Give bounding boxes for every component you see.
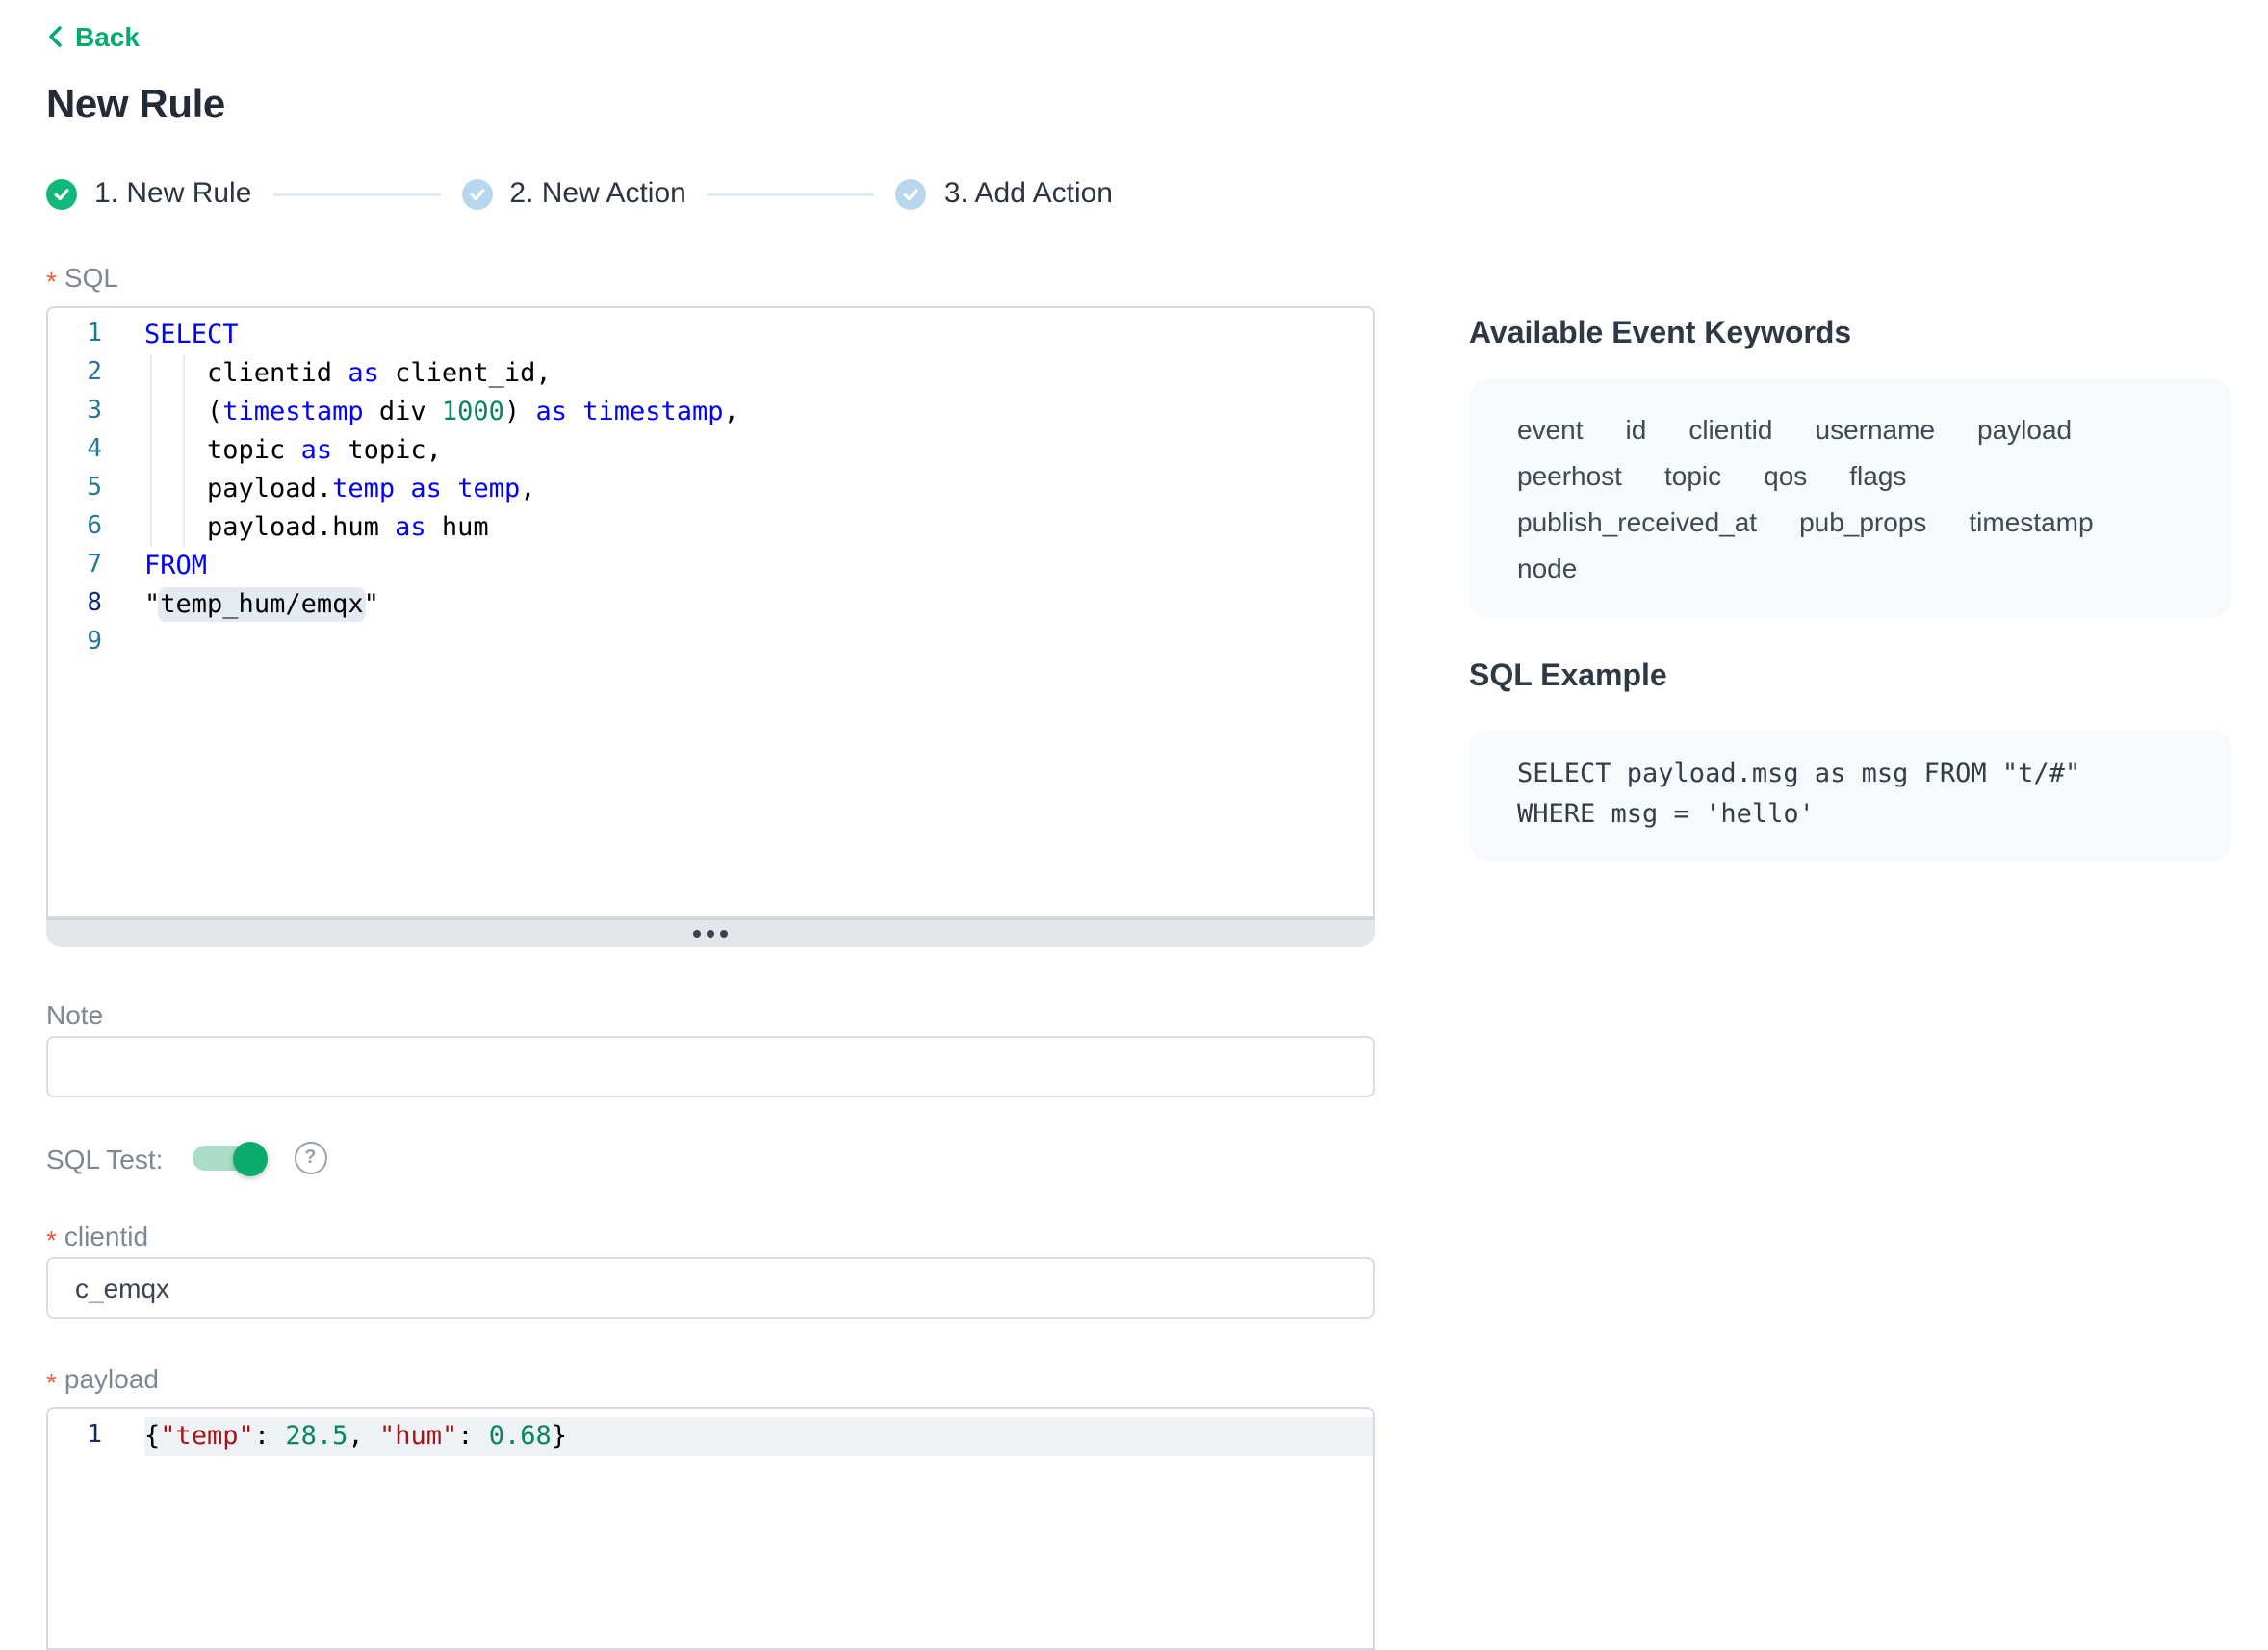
payload-code-area[interactable]: 1 {"temp": 28.5, "hum": 0.68} [48,1409,1373,1648]
code-line-content [144,624,1373,662]
event-keyword: event [1517,406,1584,452]
required-asterisk: * [46,1369,57,1396]
step-pending-check-icon [461,178,492,209]
sql-code-area[interactable]: 1SELECT2 clientid as client_id,3 (timest… [48,308,1373,916]
required-asterisk: * [46,268,57,295]
code-line-content: "temp_hum/emqx" [144,585,1373,624]
sidebar-column: Available Event Keywords eventid clientid… [1469,0,2231,861]
sql-example-line: WHERE msg = 'hello' [1517,795,2183,836]
step-connector [272,192,440,195]
step-new-rule: 1. New Rule [46,177,251,210]
clientid-input[interactable] [46,1257,1375,1319]
line-number: 9 [48,624,102,662]
code-line: 1 {"temp": 28.5, "hum": 0.68} [48,1417,1373,1456]
code-line-content: {"temp": 28.5, "hum": 0.68} [144,1417,1373,1456]
event-keyword: qos [1764,452,1807,499]
required-asterisk: * [46,1226,57,1253]
sql-test-row: SQL Test: ? [46,1142,1375,1174]
back-link[interactable]: Back [46,21,140,52]
sql-example-title: SQL Example [1469,660,2231,695]
line-number: 2 [48,354,102,393]
line-number: 4 [48,431,102,470]
code-line-content: topic as topic, [144,431,1373,470]
sql-code-editor[interactable]: 1SELECT2 clientid as client_id,3 (timest… [46,306,1375,918]
sql-example-panel: SELECT payload.msg as msg FROM "t/#"WHER… [1469,730,2231,861]
payload-code-editor[interactable]: 1 {"temp": 28.5, "hum": 0.68} [46,1407,1375,1650]
keyword-row: node [1517,545,2183,591]
new-rule-page: Back New Rule 1. New Rule 2. New Action [0,0,2268,1509]
line-number: 8 [48,585,102,624]
code-line-content: (timestamp div 1000) as timestamp, [144,393,1373,431]
step-done-check-icon [46,178,77,209]
sql-test-label: SQL Test: [46,1143,163,1173]
code-line: 2 clientid as client_id, [48,354,1373,393]
wizard-stepper: 1. New Rule 2. New Action 3. Add Action [46,177,1375,210]
code-line-content: FROM [144,547,1373,585]
event-keyword: clientid [1688,406,1772,452]
event-keyword: flags [1849,452,1906,499]
event-keyword: topic [1664,452,1721,499]
main-column: Back New Rule 1. New Rule 2. New Action [46,0,1375,1650]
line-number: 3 [48,393,102,431]
code-line-content: clientid as client_id, [144,354,1373,393]
keyword-row: peerhost topic qos flags [1517,452,2183,499]
code-line-content: payload.hum as hum [144,508,1373,547]
page-title: New Rule [46,83,1375,129]
sql-example-line: SELECT payload.msg as msg FROM "t/#" [1517,755,2183,795]
sql-test-toggle[interactable] [192,1146,265,1171]
question-circle-icon[interactable]: ? [294,1142,326,1174]
code-line: 7 FROM [48,547,1373,585]
code-line-content: SELECT [144,316,1373,354]
event-keywords-panel: eventid clientid username payload peerhost to… [1469,379,2231,618]
event-keyword: timestamp [1969,499,2093,545]
note-input[interactable] [46,1036,1375,1097]
sql-field-label: * SQL [46,262,1375,293]
step-label: 2. New Action [509,177,685,210]
code-line: 9 [48,624,1373,662]
code-line: 4 topic as topic, [48,431,1373,470]
step-new-action: 2. New Action [461,177,685,210]
code-line: 1 SELECT [48,316,1373,354]
line-number: 1 [48,316,102,354]
event-keyword: node [1517,545,1577,591]
step-label: 1. New Rule [94,177,251,210]
note-field-label: Note [46,999,1375,1030]
event-keyword: username [1816,406,1936,452]
step-add-action: 3. Add Action [896,177,1113,210]
code-line: 5 payload.temp as temp, [48,470,1373,508]
line-number: 6 [48,508,102,547]
keyword-row: publish_received_at pub_props timestamp [1517,499,2183,545]
toggle-knob [232,1141,267,1175]
event-keyword: publish_received_at [1517,499,1757,545]
event-keyword: peerhost [1517,452,1622,499]
line-number: 7 [48,547,102,585]
clientid-field-label: * clientid [46,1221,1375,1251]
keyword-row: eventid clientid username payload [1517,406,2183,452]
code-line: 8 "temp_hum/emqx" [48,585,1373,624]
line-number: 1 [48,1417,102,1456]
step-pending-check-icon [896,178,927,209]
event-keyword: pub_props [1799,499,1926,545]
payload-field-label: * payload [46,1363,1375,1394]
step-connector [708,192,875,195]
code-line-content: payload.temp as temp, [144,470,1373,508]
keywords-panel-title: Available Event Keywords [1469,318,2231,352]
editor-resize-handle[interactable] [46,918,1375,947]
event-keyword: id [1626,406,1647,452]
code-line: 6 payload.hum as hum [48,508,1373,547]
event-keyword: payload [1977,406,2072,452]
ellipsis-drag-icon [707,930,714,938]
step-label: 3. Add Action [944,177,1113,210]
chevron-left-icon [46,25,64,48]
back-label: Back [75,21,140,52]
code-line: 3 (timestamp div 1000) as timestamp, [48,393,1373,431]
line-number: 5 [48,470,102,508]
